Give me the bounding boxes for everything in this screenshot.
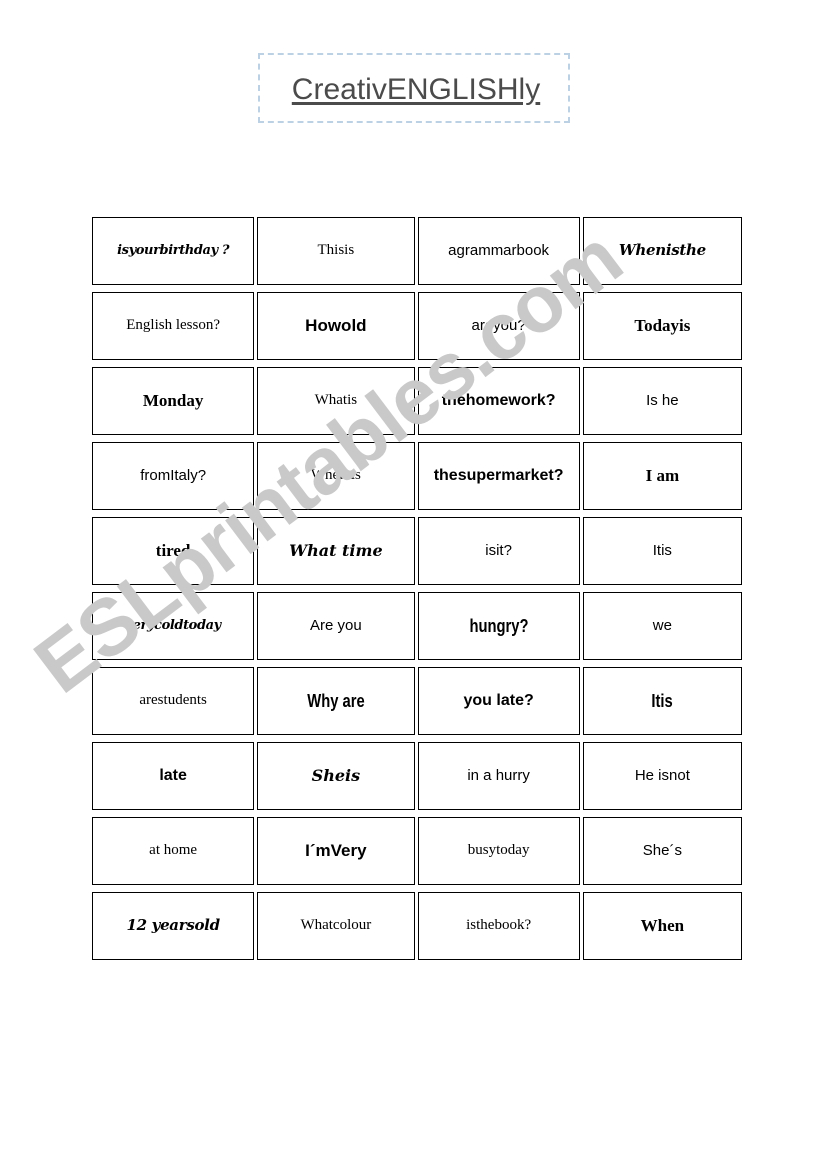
card-cell[interactable]: isit? — [417, 517, 580, 585]
card-text: When — [640, 916, 685, 936]
card-row: arestudents Why are you late? Itis — [92, 667, 742, 735]
card-cell[interactable]: Why are — [257, 667, 415, 735]
card-text: Whatis — [314, 392, 358, 409]
card-text: English lesson? — [126, 317, 220, 334]
card-cell[interactable]: late — [92, 742, 255, 810]
page-title: CreativENGLISHly — [291, 73, 541, 106]
card-row: tired What time isit? Itis — [92, 517, 742, 585]
card-text: Sheis — [311, 765, 361, 785]
card-cell[interactable]: I´mVery — [257, 817, 415, 885]
card-text: Whereis — [310, 467, 361, 484]
card-text: Itis — [652, 542, 672, 560]
card-cell[interactable]: Whatcolour — [257, 892, 415, 960]
card-cell[interactable]: Howold — [257, 292, 415, 360]
card-cell[interactable]: Itis — [582, 517, 742, 585]
card-cell[interactable]: areyou? — [417, 292, 580, 360]
card-cell[interactable]: in a hurry — [417, 742, 580, 810]
card-cell[interactable]: He isnot — [582, 742, 742, 810]
card-text: Why are — [307, 690, 365, 711]
card-cell[interactable]: thehomework? — [417, 367, 580, 435]
card-cell[interactable]: 12 yearsold — [92, 892, 255, 960]
card-cell[interactable]: isyourbirthday ? — [92, 217, 255, 285]
card-cell[interactable]: verycoldtoday — [92, 592, 255, 660]
card-cell[interactable]: busytoday — [417, 817, 580, 885]
card-text: Howold — [305, 316, 367, 336]
card-text: verycoldtoday — [125, 617, 221, 633]
card-cell[interactable]: agrammarbook — [417, 217, 580, 285]
card-text: you late? — [463, 691, 534, 709]
card-cell[interactable]: Are you — [257, 592, 415, 660]
card-grid: isyourbirthday ? Thisis agrammarbook Whe… — [92, 217, 742, 967]
card-text: tired — [155, 541, 191, 561]
card-text: at home — [149, 842, 198, 859]
card-text: hungry? — [469, 615, 529, 636]
card-text: Whatcolour — [300, 917, 372, 934]
card-text: isthebook? — [466, 917, 532, 934]
card-text: He isnot — [634, 767, 690, 785]
card-text: Is he — [646, 392, 679, 410]
card-row: at home I´mVery busytoday She´s — [92, 817, 742, 885]
card-cell[interactable]: hungry? — [417, 592, 580, 660]
card-text: Todayis — [634, 316, 691, 336]
card-cell[interactable]: Whatis — [257, 367, 415, 435]
card-cell[interactable]: Itis — [582, 667, 742, 735]
card-text: arestudents — [139, 692, 207, 709]
card-cell[interactable]: What time — [257, 517, 415, 585]
card-cell[interactable]: arestudents — [92, 667, 255, 735]
card-text: Thisis — [317, 242, 355, 259]
card-cell[interactable]: Sheis — [257, 742, 415, 810]
card-cell[interactable]: Todayis — [582, 292, 742, 360]
card-row: verycoldtoday Are you hungry? we — [92, 592, 742, 660]
card-text: agrammarbook — [448, 242, 550, 260]
card-row: isyourbirthday ? Thisis agrammarbook Whe… — [92, 217, 742, 285]
card-cell[interactable]: Is he — [582, 367, 742, 435]
card-cell[interactable]: fromItaly? — [92, 442, 255, 510]
card-text: in a hurry — [467, 767, 530, 785]
card-cell[interactable]: isthebook? — [417, 892, 580, 960]
card-cell[interactable]: Whereis — [257, 442, 415, 510]
card-text: fromItaly? — [140, 467, 207, 485]
card-text: areyou? — [471, 317, 526, 335]
card-cell[interactable]: thesupermarket? — [417, 442, 580, 510]
card-cell[interactable]: I am — [582, 442, 742, 510]
card-text: isit? — [485, 542, 512, 560]
card-cell[interactable]: tired — [92, 517, 255, 585]
card-cell[interactable]: English lesson? — [92, 292, 255, 360]
card-text: 12 yearsold — [126, 916, 220, 935]
card-text: I´mVery — [305, 841, 367, 861]
card-text: Monday — [142, 391, 204, 411]
title-box: CreativENGLISHly — [258, 53, 570, 123]
card-text: Itis — [651, 690, 674, 711]
card-text: thehomework? — [441, 391, 556, 409]
card-cell[interactable]: you late? — [417, 667, 580, 735]
card-cell[interactable]: When — [582, 892, 742, 960]
card-row: fromItaly? Whereis thesupermarket? I am — [92, 442, 742, 510]
card-text: late — [159, 766, 187, 784]
card-text: thesupermarket? — [433, 466, 564, 484]
card-text: Are you — [310, 617, 362, 635]
card-row: late Sheis in a hurry He isnot — [92, 742, 742, 810]
card-cell[interactable]: Thisis — [257, 217, 415, 285]
card-text: Whenisthe — [618, 241, 706, 260]
card-row: 12 yearsold Whatcolour isthebook? When — [92, 892, 742, 960]
card-row: English lesson? Howold areyou? Todayis — [92, 292, 742, 360]
card-cell[interactable]: at home — [92, 817, 255, 885]
card-row: Monday Whatis thehomework? Is he — [92, 367, 742, 435]
card-cell[interactable]: Whenisthe — [582, 217, 742, 285]
card-cell[interactable]: we — [582, 592, 742, 660]
card-text: I am — [645, 466, 680, 486]
card-text: isyourbirthday ? — [117, 242, 230, 258]
card-text: busytoday — [467, 842, 530, 859]
card-text: She´s — [642, 842, 682, 860]
card-cell[interactable]: Monday — [92, 367, 255, 435]
card-text: What time — [289, 540, 383, 560]
card-text: we — [652, 617, 672, 635]
card-cell[interactable]: She´s — [582, 817, 742, 885]
